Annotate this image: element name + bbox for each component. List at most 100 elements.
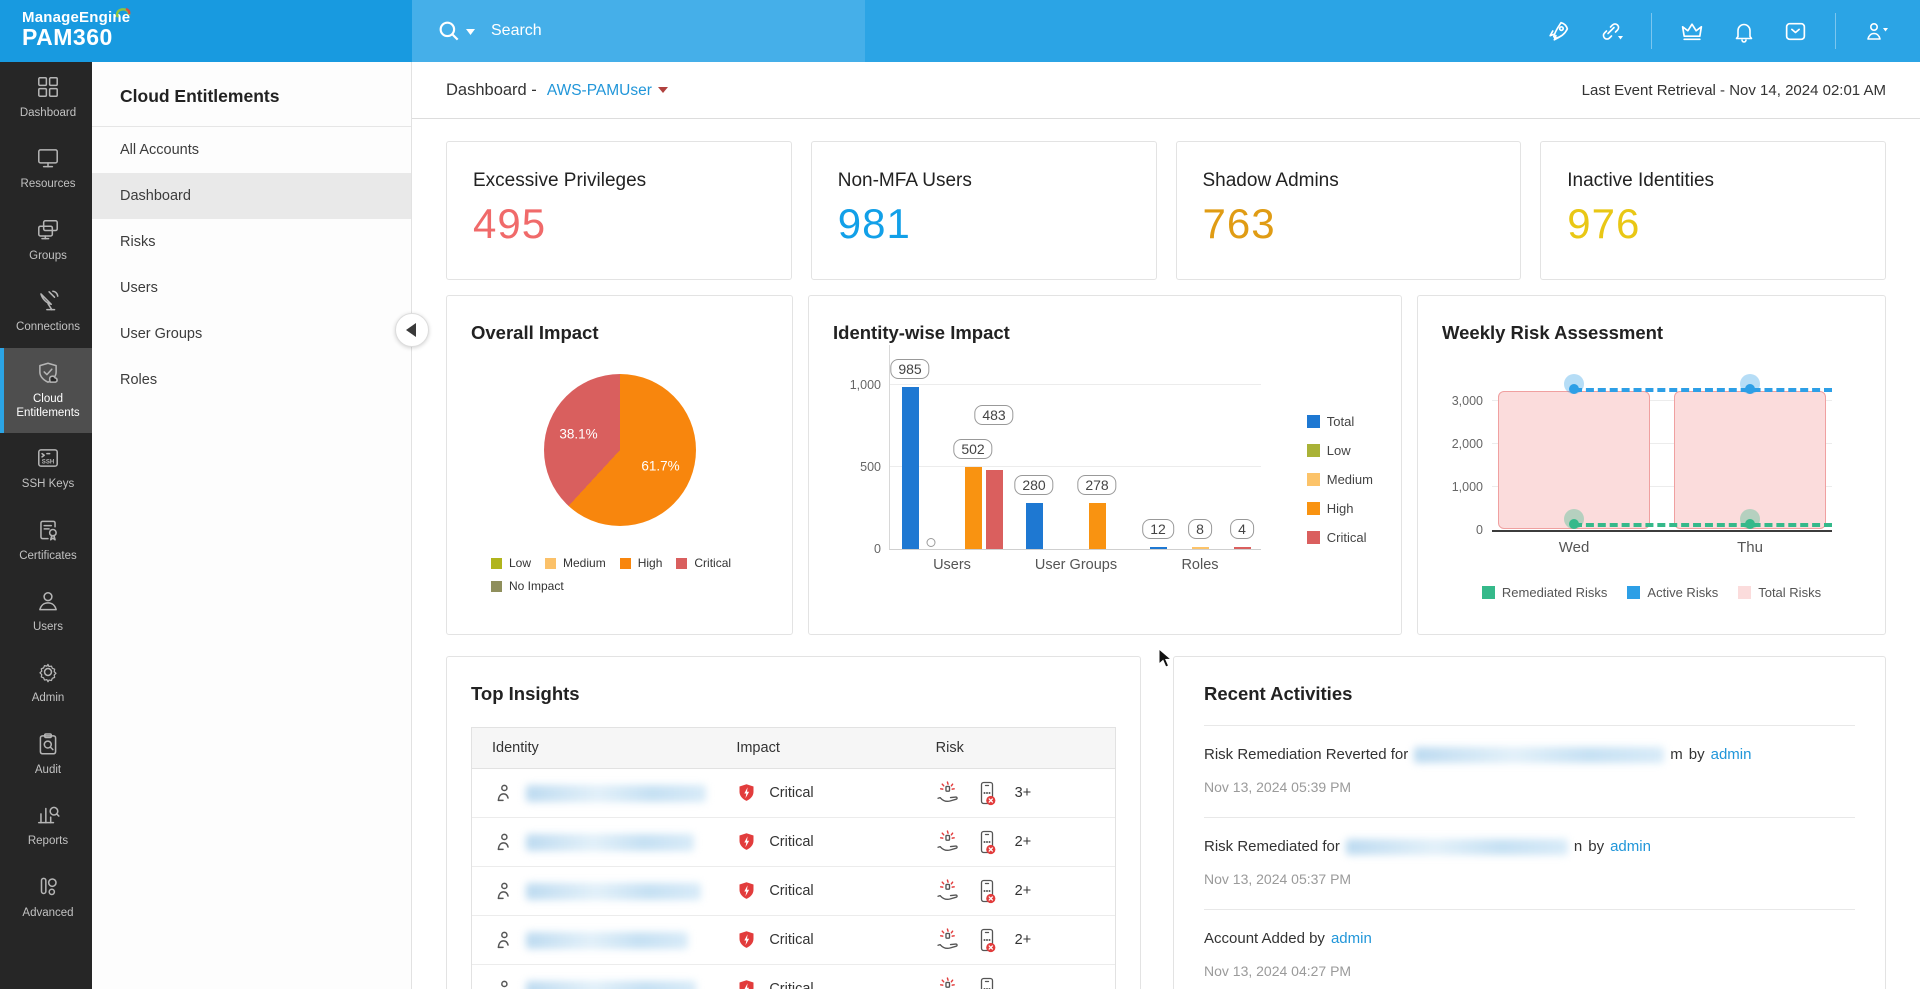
stat-card-shadow-admins[interactable]: Shadow Admins 763 (1175, 141, 1522, 280)
mail-icon[interactable] (1783, 19, 1808, 44)
resources-icon (6, 145, 90, 171)
stat-card-non-mfa-users[interactable]: Non-MFA Users 981 (810, 141, 1157, 280)
impact-label: Critical (769, 883, 814, 899)
sidebar-item-connections[interactable]: Connections (0, 276, 92, 347)
activity-user-link[interactable]: admin (1711, 746, 1752, 763)
active-risks-point-wed[interactable] (1569, 384, 1579, 394)
bar-roles-critical[interactable] (1233, 547, 1251, 549)
secondary-sidebar: Cloud Entitlements All Accounts Dashboard… (92, 62, 412, 989)
subnav-item-roles[interactable]: Roles (92, 357, 411, 403)
total-risks-bar-wed[interactable] (1498, 391, 1650, 529)
bar-user-groups-total[interactable] (1025, 503, 1043, 549)
legend-critical[interactable]: Critical (1306, 530, 1373, 545)
connector-text: by (1588, 838, 1605, 855)
bar-value-label: 985 (890, 359, 930, 380)
legend-no-impact[interactable]: No Impact (491, 579, 564, 593)
advanced-icon (6, 874, 90, 900)
activity-timestamp: Nov 13, 2024 05:39 PM (1204, 779, 1352, 795)
activity-item: Risk Remediated for n by admin Nov 13, 2024 … (1204, 818, 1855, 910)
account-selector[interactable]: AWS-PAMUser (547, 82, 652, 99)
subnav-item-dashboard[interactable]: Dashboard (92, 173, 411, 219)
subnav-item-risks[interactable]: Risks (92, 219, 411, 265)
table-row[interactable]: Critical 2+ (472, 867, 1115, 916)
bar-value-label: 12 (1142, 519, 1174, 539)
bar-users-total[interactable] (901, 387, 919, 549)
active-risks-line (1574, 388, 1832, 392)
legend-label: Medium (563, 556, 606, 570)
impact-cell: Critical (716, 831, 915, 853)
sidebar-item-dashboard[interactable]: Dashboard (0, 62, 92, 133)
redacted-identity (526, 980, 696, 989)
person-icon (492, 831, 514, 853)
impact-cell: Critical (716, 929, 915, 951)
legend-active-risks[interactable]: Active Risks (1627, 585, 1718, 600)
legend-total-risks[interactable]: Total Risks (1738, 585, 1821, 600)
sidebar-item-advanced[interactable]: Advanced (0, 862, 92, 933)
legend-low[interactable]: Low (1306, 443, 1373, 458)
users-icon (6, 588, 90, 614)
remediated-risks-point-thu[interactable] (1745, 519, 1755, 530)
legend-label: Low (509, 556, 532, 570)
total-risks-bar-thu[interactable] (1674, 391, 1826, 529)
brand-logo[interactable]: ManageEngine PAM360 (0, 0, 412, 62)
user-menu-icon[interactable] (1863, 19, 1890, 44)
risk-count: 2+ (1014, 883, 1032, 899)
legend-critical[interactable]: Critical (676, 556, 731, 570)
person-icon (492, 978, 514, 989)
person-icon (492, 929, 514, 951)
sidebar-item-label: SSH Keys (21, 478, 75, 491)
rocket-icon[interactable] (1546, 19, 1571, 44)
stat-cards-row: Excessive Privileges 495 Non-MFA Users 981 S… (446, 141, 1886, 280)
stat-card-excessive-privileges[interactable]: Excessive Privileges 495 (446, 141, 792, 280)
legend-low[interactable]: Low (491, 556, 531, 570)
redacted-identity (526, 931, 688, 949)
legend-high[interactable]: High (1306, 501, 1373, 516)
legend-total[interactable]: Total (1306, 414, 1373, 429)
sidebar-item-label: Dashboard (19, 107, 77, 119)
bar-roles-total[interactable] (1149, 547, 1167, 549)
activity-user-link[interactable]: admin (1331, 930, 1372, 947)
notifications-bell-icon[interactable] (1732, 19, 1756, 44)
active-risks-point-thu[interactable] (1745, 384, 1755, 394)
legend-medium[interactable]: Medium (1306, 472, 1373, 487)
legend-high[interactable]: High (619, 556, 662, 570)
primary-sidebar: Dashboard Resources Groups Connections Cloud… (0, 62, 92, 989)
sidebar-item-cloud-entitlements[interactable]: Cloud Entitlements (0, 347, 92, 434)
sidebar-item-admin[interactable]: Admin (0, 647, 92, 718)
bar-roles-medium[interactable] (1191, 547, 1209, 549)
certs-icon (6, 517, 90, 543)
subnav-item-users[interactable]: Users (92, 265, 411, 311)
critical-shield-icon (736, 929, 757, 951)
activity-user-link[interactable]: admin (1610, 838, 1651, 855)
quick-links-icon[interactable] (1598, 19, 1624, 44)
table-row[interactable]: Critical 2+ (472, 916, 1115, 965)
sidebar-item-users[interactable]: Users (0, 576, 92, 647)
charts-row: Overall Impact 61.7% 38.1% Low Medium High C… (446, 295, 1886, 635)
sidebar-item-certificates[interactable]: Certificates (0, 505, 92, 576)
remediated-risks-point-wed[interactable] (1569, 519, 1579, 530)
collapse-sidebar-button[interactable] (395, 313, 429, 347)
legend-remediated-risks[interactable]: Remediated Risks (1481, 585, 1607, 600)
subnav-item-all-accounts[interactable]: All Accounts (92, 127, 411, 173)
overall-impact-pie[interactable]: 61.7% 38.1% (543, 374, 696, 526)
weekly-risk-legend: Remediated Risks Active Risks Total Risks (1418, 585, 1885, 600)
table-row[interactable]: Critical (472, 965, 1115, 989)
stat-value: 981 (837, 200, 911, 247)
legend-medium[interactable]: Medium (545, 556, 606, 570)
table-row[interactable]: Critical 3+ (472, 769, 1115, 818)
bar-users-high[interactable] (964, 466, 982, 549)
crown-icon[interactable] (1679, 19, 1705, 44)
subnav-item-user-groups[interactable]: User Groups (92, 311, 411, 357)
sidebar-item-label: Users (32, 621, 64, 633)
sidebar-item-audit[interactable]: Audit (0, 719, 92, 790)
bar-users-critical[interactable] (985, 469, 1003, 549)
bar-user-groups-high[interactable] (1088, 503, 1106, 549)
global-search-input[interactable]: Search (412, 0, 865, 62)
sidebar-item-groups[interactable]: Groups (0, 205, 92, 276)
marker-low[interactable] (926, 538, 936, 547)
sidebar-item-ssh-keys[interactable]: SSH SSH Keys (0, 433, 92, 504)
sidebar-item-resources[interactable]: Resources (0, 133, 92, 204)
table-row[interactable]: Critical 2+ (472, 818, 1115, 867)
stat-card-inactive-identities[interactable]: Inactive Identities 976 (1540, 141, 1886, 280)
sidebar-item-reports[interactable]: Reports (0, 790, 92, 861)
